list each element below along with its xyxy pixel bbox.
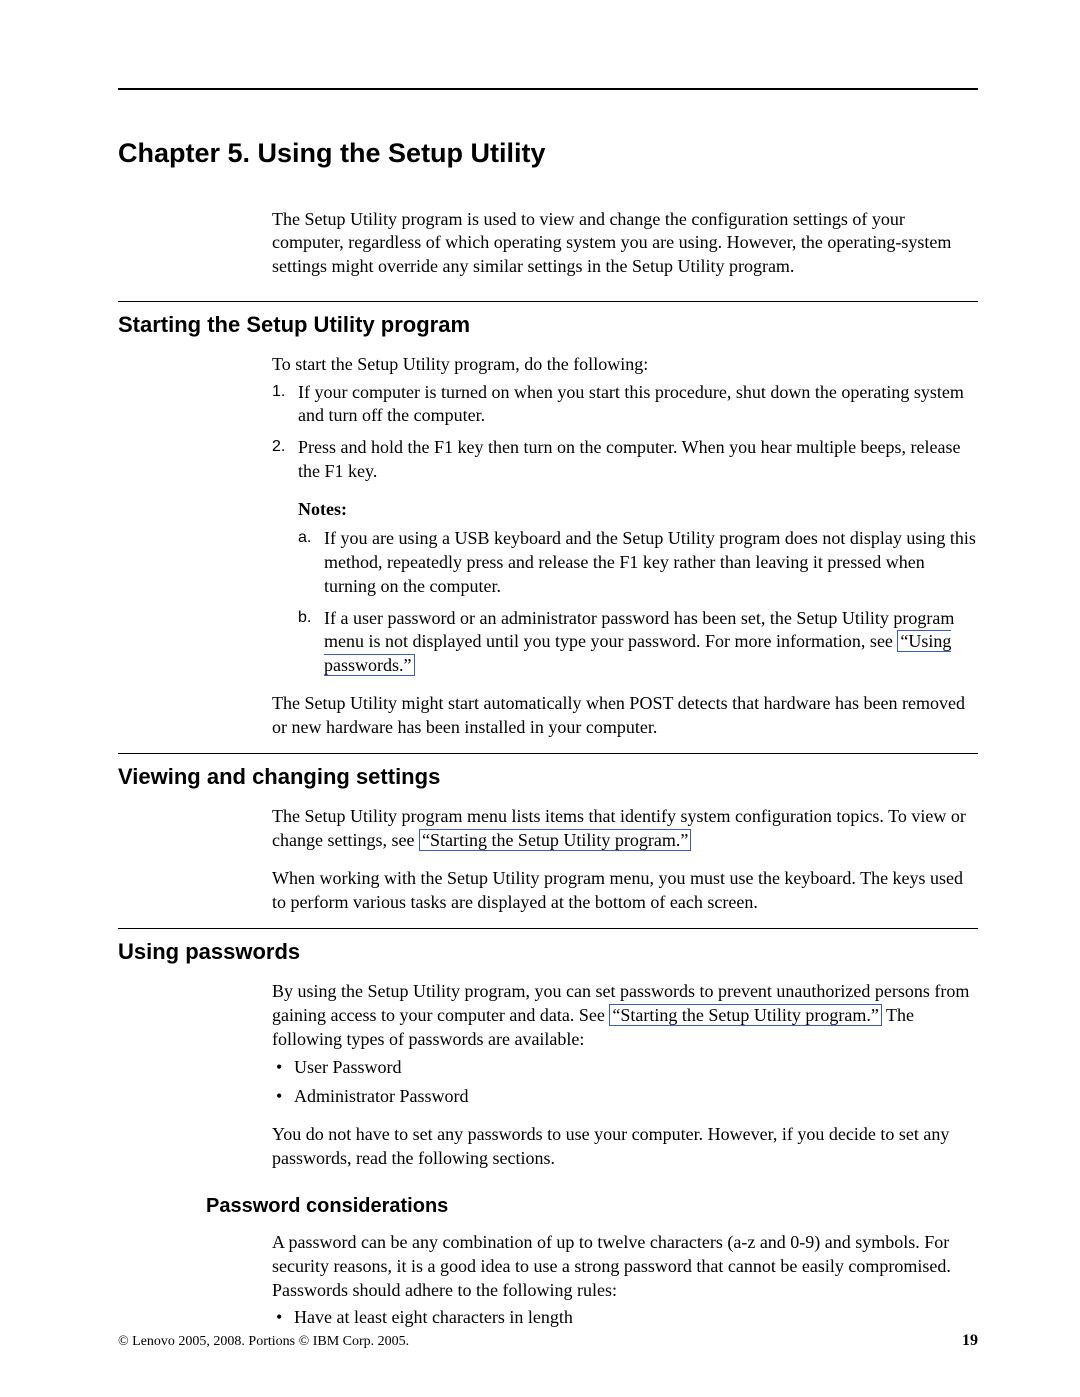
pwc-rules-list: Have at least eight characters in length (272, 1306, 978, 1330)
subsection-heading-password-considerations: Password considerations (206, 1193, 978, 1219)
step-text: Press and hold the F1 key then turn on t… (298, 437, 961, 481)
passwords-paragraph-1: By using the Setup Utility program, you … (272, 980, 978, 1051)
intro-paragraph: The Setup Utility program is used to vie… (272, 208, 978, 279)
list-item: b. If a user password or an administrato… (298, 607, 978, 678)
password-types-list: User Password Administrator Password (272, 1056, 978, 1110)
list-marker: a. (298, 527, 311, 548)
pwc-paragraph-1: A password can be any combination of up … (272, 1231, 978, 1302)
viewing-paragraph-2: When working with the Setup Utility prog… (272, 867, 978, 915)
section-heading-viewing: Viewing and changing settings (118, 762, 978, 791)
list-marker: 1. (272, 381, 285, 402)
starting-tail-paragraph: The Setup Utility might start automatica… (272, 692, 978, 740)
note-text: If you are using a USB keyboard and the … (324, 528, 976, 596)
cross-reference-link[interactable]: “Starting the Setup Utility program.” (609, 1004, 881, 1026)
section-rule (118, 753, 978, 754)
step-text: If your computer is turned on when you s… (298, 382, 964, 426)
starting-lead: To start the Setup Utility program, do t… (272, 353, 978, 377)
list-item: a. If you are using a USB keyboard and t… (298, 527, 978, 598)
footer-copyright: © Lenovo 2005, 2008. Portions © IBM Corp… (118, 1333, 409, 1351)
section-rule (118, 301, 978, 302)
list-item: 1. If your computer is turned on when yo… (272, 381, 978, 429)
note-text-before-link: If a user password or an administrator p… (324, 608, 954, 652)
document-page: Chapter 5. Using the Setup Utility The S… (0, 0, 1080, 1397)
notes-label: Notes: (298, 498, 978, 522)
footer-page-number: 19 (962, 1330, 978, 1351)
cross-reference-link[interactable]: “Starting the Setup Utility program.” (419, 829, 691, 851)
section-rule (118, 928, 978, 929)
notes-list: a. If you are using a USB keyboard and t… (298, 527, 978, 678)
section-heading-starting: Starting the Setup Utility program (118, 310, 978, 339)
subsection-body-password-considerations: A password can be any combination of up … (272, 1231, 978, 1330)
page-footer: © Lenovo 2005, 2008. Portions © IBM Corp… (118, 1330, 978, 1351)
starting-steps-list: 1. If your computer is turned on when yo… (272, 381, 978, 484)
passwords-paragraph-2: You do not have to set any passwords to … (272, 1123, 978, 1171)
chapter-intro: The Setup Utility program is used to vie… (272, 208, 978, 279)
list-item: Have at least eight characters in length (272, 1306, 978, 1330)
section-body-passwords: By using the Setup Utility program, you … (272, 980, 978, 1170)
list-item: User Password (272, 1056, 978, 1080)
chapter-title: Chapter 5. Using the Setup Utility (118, 136, 978, 172)
section-body-viewing: The Setup Utility program menu lists ite… (272, 805, 978, 914)
top-horizontal-rule (118, 88, 978, 90)
section-body-starting: To start the Setup Utility program, do t… (272, 353, 978, 740)
viewing-paragraph-1: The Setup Utility program menu lists ite… (272, 805, 978, 853)
list-marker: 2. (272, 436, 285, 457)
list-marker: b. (298, 607, 311, 628)
notes-block: Notes: a. If you are using a USB keyboar… (298, 498, 978, 678)
list-item: 2. Press and hold the F1 key then turn o… (272, 436, 978, 484)
list-item: Administrator Password (272, 1085, 978, 1109)
section-heading-passwords: Using passwords (118, 937, 978, 966)
